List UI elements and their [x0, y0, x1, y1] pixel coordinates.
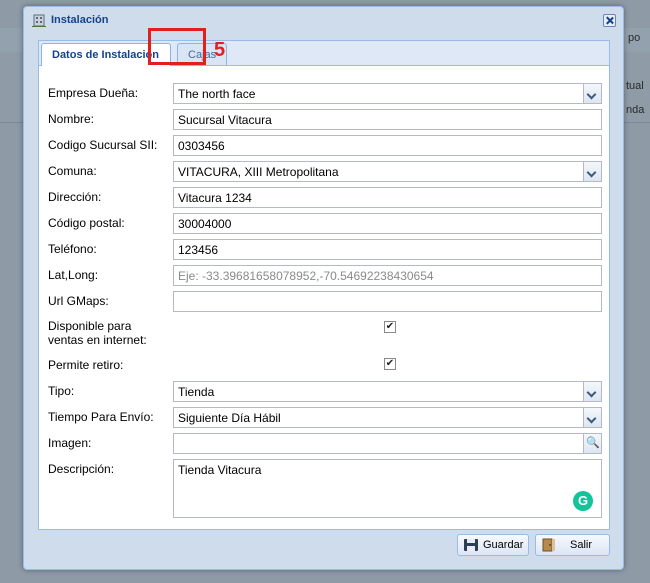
background-cell: nda	[626, 104, 645, 116]
tipo-value: Tienda	[178, 385, 215, 399]
retiro-checkbox[interactable]: ✔	[384, 358, 396, 370]
nombre-label: Nombre:	[48, 112, 95, 126]
empresa-value: The north face	[178, 87, 256, 101]
latlong-label: Lat,Long:	[48, 268, 99, 282]
imagen-label: Imagen:	[48, 436, 92, 450]
empresa-label: Empresa Dueña:	[48, 86, 139, 100]
guardar-label: Guardar	[483, 539, 524, 551]
building-icon	[32, 14, 46, 27]
instalacion-dialog: Instalación Datos de Instalación Cajas E…	[23, 6, 624, 570]
telefono-label: Teléfono:	[48, 242, 97, 256]
retiro-label: Permite retiro:	[48, 358, 124, 372]
chevron-down-icon[interactable]	[583, 382, 601, 401]
chevron-down-icon[interactable]	[583, 408, 601, 427]
empresa-combo[interactable]: The north face	[173, 83, 602, 104]
descripcion-value: Tienda Vitacura	[178, 463, 262, 477]
codigo-postal-field[interactable]: 30004000	[173, 213, 602, 234]
chevron-down-icon[interactable]	[583, 162, 601, 181]
direccion-label: Dirección:	[48, 190, 102, 204]
telefono-field[interactable]: 123456	[173, 239, 602, 260]
cajas-tab-highlight	[148, 28, 206, 65]
disponible-label: Disponible para ventas en internet:	[48, 319, 147, 347]
close-icon[interactable]	[603, 14, 616, 27]
nombre-field[interactable]: Sucursal Vitacura	[173, 109, 602, 130]
comuna-label: Comuna:	[48, 164, 97, 178]
codigo-sii-field[interactable]: 0303456	[173, 135, 602, 156]
tiempo-envio-value: Siguiente Día Hábil	[178, 411, 281, 425]
tab-panel: Datos de Instalación Cajas Empresa Dueña…	[38, 40, 610, 530]
annotation-step-number: 5	[214, 39, 226, 61]
direccion-field[interactable]: Vitacura 1234	[173, 187, 602, 208]
grammarly-icon[interactable]: G	[573, 491, 593, 511]
guardar-button[interactable]: Guardar	[457, 534, 529, 556]
descripcion-textarea[interactable]: Tienda Vitacura G	[173, 459, 602, 518]
url-gmaps-field[interactable]	[173, 291, 602, 312]
salir-button[interactable]: Salir	[535, 534, 610, 556]
imagen-field[interactable]	[173, 433, 602, 454]
chevron-down-icon[interactable]	[583, 84, 601, 103]
dialog-titlebar[interactable]: Instalación	[24, 7, 623, 33]
comuna-value: VITACURA, XIII Metropolitana	[178, 165, 339, 179]
background-column-header: po	[628, 32, 641, 44]
floppy-disk-icon	[464, 539, 478, 551]
tipo-combo[interactable]: Tienda	[173, 381, 602, 402]
comuna-combo[interactable]: VITACURA, XIII Metropolitana	[173, 161, 602, 182]
tiempo-envio-combo[interactable]: Siguiente Día Hábil	[173, 407, 602, 428]
codigo-sii-label: Codigo Sucursal SII:	[48, 138, 158, 152]
exit-door-icon	[542, 538, 555, 552]
background-cell: tual	[626, 80, 644, 92]
tiempo-envio-label: Tiempo Para Envío:	[48, 410, 154, 424]
tipo-label: Tipo:	[48, 384, 75, 398]
dialog-title: Instalación	[51, 14, 109, 26]
tab-strip: Datos de Instalación Cajas	[39, 41, 609, 66]
disponible-checkbox[interactable]: ✔	[384, 321, 396, 333]
descripcion-label: Descripción:	[48, 462, 115, 476]
search-icon[interactable]	[583, 434, 601, 453]
salir-label: Salir	[570, 539, 593, 551]
url-gmaps-label: Url GMaps:	[48, 294, 109, 308]
codigo-postal-label: Código postal:	[48, 216, 125, 230]
latlong-field[interactable]: Eje: -33.39681658078952,-70.546922384306…	[173, 265, 602, 286]
